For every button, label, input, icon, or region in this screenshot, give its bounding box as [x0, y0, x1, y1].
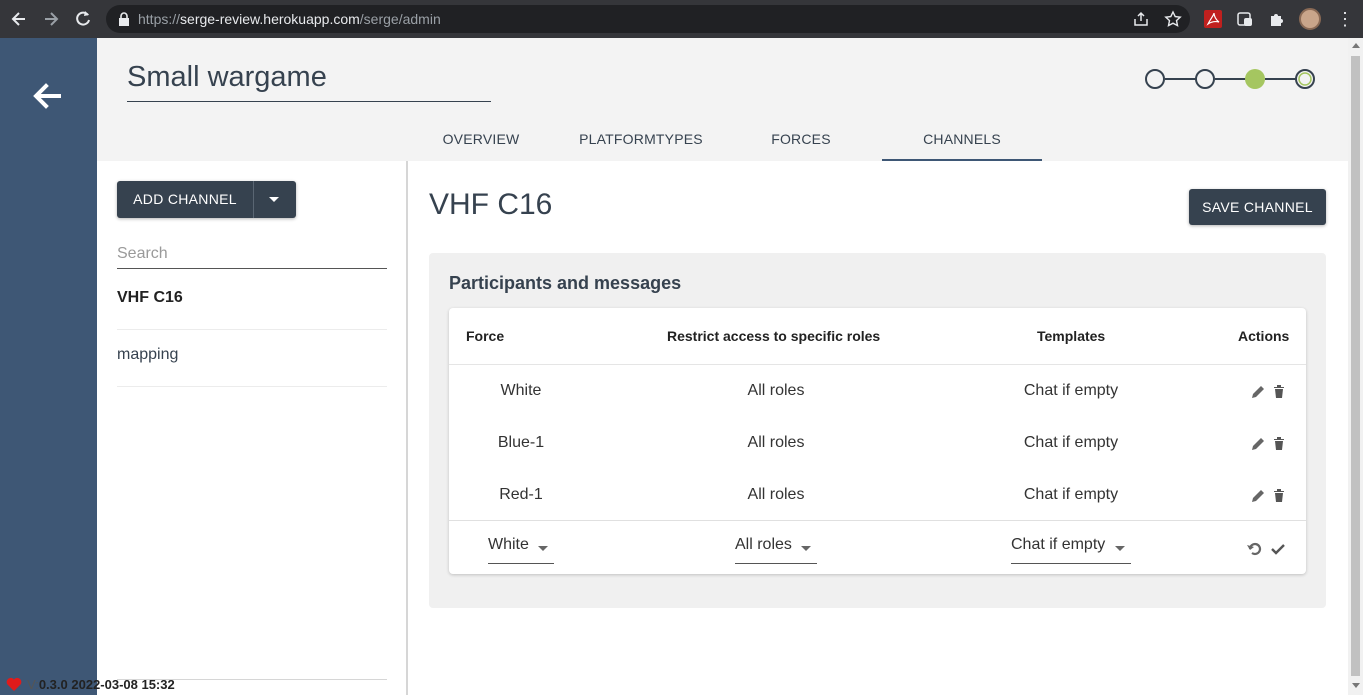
- button-divider: [253, 181, 254, 218]
- step-1[interactable]: [1145, 69, 1165, 89]
- chevron-down-icon: [801, 546, 811, 551]
- cell-roles: All roles: [747, 382, 805, 399]
- delete-icon[interactable]: [1271, 383, 1287, 399]
- version-label: V:0.3.0 2022-03-08 15:32: [27, 677, 175, 692]
- forward-icon[interactable]: [41, 9, 61, 29]
- edit-icon[interactable]: [1250, 384, 1266, 400]
- star-icon[interactable]: [1164, 10, 1182, 28]
- participants-table: Force Restrict access to specific roles …: [449, 308, 1306, 574]
- profile-avatar[interactable]: [1299, 8, 1321, 30]
- back-icon[interactable]: [9, 9, 29, 29]
- add-channel-button[interactable]: ADD CHANNEL: [117, 181, 253, 218]
- scroll-up-icon[interactable]: [1352, 43, 1360, 48]
- undo-icon[interactable]: [1246, 540, 1264, 558]
- roles-select-value: All roles: [735, 536, 792, 553]
- scrollbar-thumb[interactable]: [1351, 56, 1360, 676]
- share-icon[interactable]: [1132, 10, 1150, 28]
- cell-roles: All roles: [747, 486, 805, 503]
- menu-icon[interactable]: ⋮: [1336, 9, 1354, 29]
- channel-sidebar: ADD CHANNEL VHF C16 mapping: [97, 161, 408, 695]
- column-header-force: Force: [466, 328, 505, 344]
- cell-templates: Chat if empty: [1023, 486, 1119, 503]
- page-scrollbar[interactable]: [1348, 38, 1363, 695]
- tab-platformtypes[interactable]: PLATFORMTYPES: [561, 121, 721, 161]
- browser-toolbar: https://serge-review.herokuapp.com/serge…: [0, 0, 1363, 38]
- cell-templates: Chat if empty: [1023, 382, 1119, 399]
- pdf-extension-icon[interactable]: [1204, 10, 1222, 28]
- scroll-down-icon[interactable]: [1352, 683, 1360, 688]
- step-3-active[interactable]: [1245, 69, 1265, 89]
- cell-templates: Chat if empty: [1023, 434, 1119, 451]
- puzzle-icon[interactable]: [1268, 10, 1286, 28]
- chevron-down-icon: [1115, 546, 1125, 551]
- chevron-down-icon: [538, 546, 548, 551]
- divider: [449, 364, 1306, 365]
- game-title-input[interactable]: Small wargame: [127, 60, 491, 102]
- dropdown-caret-icon[interactable]: [269, 197, 279, 202]
- save-channel-button[interactable]: SAVE CHANNEL: [1189, 189, 1326, 225]
- force-select-value: White: [488, 536, 529, 553]
- cell-roles: All roles: [747, 434, 805, 451]
- game-header: Small wargame OVERVIEW PLATFORMTYPES FOR…: [97, 38, 1348, 161]
- force-select[interactable]: White: [488, 536, 554, 564]
- step-2[interactable]: [1195, 69, 1215, 89]
- reload-icon[interactable]: [73, 9, 93, 29]
- section-title: Participants and messages: [449, 273, 682, 293]
- tab-overview[interactable]: OVERVIEW: [421, 121, 541, 161]
- extension-icon[interactable]: [1236, 10, 1254, 28]
- participants-panel: Participants and messages Force Restrict…: [429, 253, 1326, 608]
- tab-forces[interactable]: FORCES: [741, 121, 861, 161]
- tab-bar: OVERVIEW PLATFORMTYPES FORCES CHANNELS: [97, 121, 1348, 161]
- heart-icon: [6, 677, 22, 691]
- url-text: https://serge-review.herokuapp.com/serge…: [138, 11, 441, 27]
- left-rail: [0, 38, 97, 695]
- delete-icon[interactable]: [1271, 435, 1287, 451]
- search-input[interactable]: [117, 239, 387, 269]
- lock-icon: [119, 12, 129, 26]
- tab-channels[interactable]: CHANNELS: [882, 121, 1042, 161]
- add-channel-button-group: ADD CHANNEL: [117, 181, 296, 218]
- roles-select[interactable]: All roles: [735, 536, 817, 564]
- divider: [449, 520, 1306, 521]
- templates-select[interactable]: Chat if empty: [1011, 536, 1131, 564]
- column-header-templates: Templates: [1037, 328, 1106, 344]
- progress-stepper: [1145, 69, 1315, 89]
- column-header-roles: Restrict access to specific roles: [667, 328, 881, 344]
- channel-item-mapping[interactable]: mapping: [117, 330, 387, 387]
- edit-icon[interactable]: [1250, 488, 1266, 504]
- delete-icon[interactable]: [1271, 487, 1287, 503]
- check-icon[interactable]: [1270, 541, 1286, 557]
- cell-force: Red-1: [499, 486, 543, 503]
- column-header-actions: Actions: [1238, 328, 1290, 344]
- cell-force: Blue-1: [497, 434, 545, 451]
- cell-force: White: [500, 382, 542, 399]
- address-bar[interactable]: https://serge-review.herokuapp.com/serge…: [106, 5, 1190, 33]
- templates-select-value: Chat if empty: [1011, 536, 1106, 553]
- channel-item-vhf-c16[interactable]: VHF C16: [117, 273, 387, 330]
- channel-title[interactable]: VHF C16: [429, 188, 552, 222]
- edit-icon[interactable]: [1250, 436, 1266, 452]
- back-arrow-icon[interactable]: [29, 78, 65, 114]
